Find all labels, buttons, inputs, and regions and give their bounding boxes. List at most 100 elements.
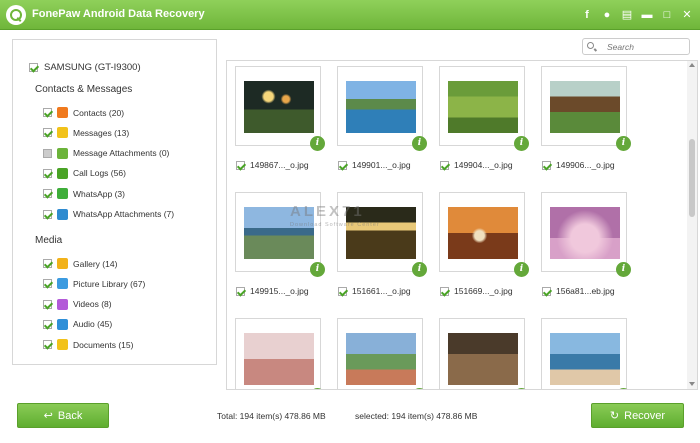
- photo-image: [550, 207, 620, 259]
- category-item[interactable]: Message Attachments (0): [43, 147, 169, 159]
- info-icon[interactable]: i: [412, 262, 427, 277]
- category-item[interactable]: WhatsApp Attachments (7): [43, 208, 174, 220]
- info-icon[interactable]: i: [514, 388, 529, 389]
- category-checkbox[interactable]: [43, 319, 52, 329]
- title-bar: FonePaw Android Data Recovery f ● ▤ ▬ □ …: [0, 0, 700, 30]
- info-icon[interactable]: i: [310, 262, 325, 277]
- photo-filename: 149867..._o.jpg: [250, 160, 309, 170]
- photo-thumbnail[interactable]: i: [541, 192, 631, 277]
- info-icon[interactable]: i: [310, 136, 325, 151]
- category-item[interactable]: Documents (15): [43, 339, 133, 351]
- photo-caption[interactable]: 151669..._o.jpg: [440, 286, 513, 296]
- minimize-icon[interactable]: ▬: [640, 8, 654, 22]
- info-icon[interactable]: i: [412, 136, 427, 151]
- photo-thumbnail[interactable]: i: [235, 66, 325, 151]
- photo-caption[interactable]: 149915..._o.jpg: [236, 286, 309, 296]
- info-icon[interactable]: i: [412, 388, 427, 389]
- recover-button[interactable]: ↻ Recover: [591, 403, 684, 428]
- whatsapp-icon: [57, 188, 68, 200]
- category-checkbox[interactable]: [43, 209, 52, 219]
- photo-thumbnail[interactable]: i: [439, 66, 529, 151]
- photo-image: [448, 333, 518, 385]
- category-item[interactable]: Messages (13): [43, 127, 129, 139]
- photo-caption[interactable]: 149904..._o.jpg: [440, 160, 513, 170]
- info-icon[interactable]: i: [616, 262, 631, 277]
- photo-thumbnail[interactable]: i: [439, 192, 529, 277]
- category-checkbox[interactable]: [43, 299, 52, 309]
- device-row[interactable]: SAMSUNG (GT-I9300): [29, 62, 141, 73]
- app-logo-icon: [6, 5, 26, 25]
- device-checkbox[interactable]: [29, 63, 38, 72]
- category-item[interactable]: Call Logs (56): [43, 167, 126, 179]
- whatsapp-attachments-icon: [57, 208, 68, 220]
- info-icon[interactable]: i: [616, 388, 631, 389]
- scroll-thumb[interactable]: [689, 139, 695, 217]
- category-label: Audio (45): [73, 319, 113, 330]
- category-item[interactable]: WhatsApp (3): [43, 188, 125, 200]
- category-item[interactable]: Videos (8): [43, 298, 112, 310]
- photo-caption[interactable]: 156a81...eb.jpg: [542, 286, 615, 296]
- category-checkbox[interactable]: [43, 189, 52, 199]
- scroll-up-arrow-icon[interactable]: [689, 63, 695, 67]
- photo-checkbox[interactable]: [338, 286, 347, 296]
- photo-checkbox[interactable]: [440, 286, 449, 296]
- photo-checkbox[interactable]: [440, 160, 449, 170]
- info-icon[interactable]: i: [616, 136, 631, 151]
- category-checkbox[interactable]: [43, 340, 52, 350]
- photo-image: [244, 333, 314, 385]
- feedback-icon[interactable]: ▤: [620, 8, 634, 22]
- photo-checkbox[interactable]: [542, 160, 551, 170]
- search-input[interactable]: [607, 41, 687, 53]
- category-checkbox[interactable]: [43, 108, 52, 117]
- photo-filename: 149915..._o.jpg: [250, 286, 309, 296]
- photo-caption[interactable]: 151661..._o.jpg: [338, 286, 411, 296]
- grid-scrollbar[interactable]: [687, 61, 697, 389]
- recover-label: Recover: [624, 409, 666, 422]
- photo-caption[interactable]: 149906..._o.jpg: [542, 160, 615, 170]
- photo-thumbnail[interactable]: i: [235, 318, 325, 389]
- photo-image: [244, 81, 314, 133]
- photo-checkbox[interactable]: [236, 286, 245, 296]
- photo-thumbnail[interactable]: i: [541, 318, 631, 389]
- category-item[interactable]: Picture Library (67): [43, 278, 145, 290]
- back-arrow-icon: ↩: [43, 410, 53, 422]
- scroll-down-arrow-icon[interactable]: [689, 382, 695, 386]
- back-button[interactable]: ↩ Back: [17, 403, 109, 428]
- photo-thumbnail[interactable]: i: [337, 66, 427, 151]
- app-title: FonePaw Android Data Recovery: [32, 8, 205, 20]
- info-icon[interactable]: i: [310, 388, 325, 389]
- photo-image: [550, 81, 620, 133]
- facebook-icon[interactable]: f: [580, 8, 594, 22]
- category-label: Call Logs (56): [73, 168, 126, 179]
- photo-filename: 149901..._o.jpg: [352, 160, 411, 170]
- close-icon[interactable]: ✕: [680, 8, 694, 22]
- photo-caption[interactable]: 149867..._o.jpg: [236, 160, 309, 170]
- photo-caption[interactable]: 149901..._o.jpg: [338, 160, 411, 170]
- category-item[interactable]: Contacts (20): [43, 107, 124, 118]
- category-checkbox[interactable]: [43, 128, 52, 138]
- videos-icon: [57, 298, 68, 310]
- photo-thumbnail[interactable]: i: [439, 318, 529, 389]
- section-heading: Media: [35, 235, 63, 246]
- info-icon[interactable]: i: [514, 136, 529, 151]
- category-checkbox[interactable]: [43, 168, 52, 178]
- attachment-icon: [57, 147, 68, 159]
- info-icon[interactable]: i: [514, 262, 529, 277]
- photo-checkbox[interactable]: [542, 286, 551, 296]
- search-box[interactable]: [582, 38, 690, 55]
- photo-filename: 156a81...eb.jpg: [556, 286, 615, 296]
- maximize-icon[interactable]: □: [660, 8, 674, 22]
- chat-icon[interactable]: ●: [600, 8, 614, 22]
- photo-thumbnail[interactable]: i: [541, 66, 631, 151]
- photo-checkbox[interactable]: [338, 160, 347, 170]
- category-checkbox[interactable]: [43, 259, 52, 268]
- category-item[interactable]: Audio (45): [43, 318, 113, 330]
- category-item[interactable]: Gallery (14): [43, 258, 117, 269]
- titlebar-icons: f ● ▤ ▬ □ ✕: [580, 8, 694, 22]
- category-panel: SAMSUNG (GT-I9300) Contacts & Messages Co…: [12, 39, 217, 365]
- photo-checkbox[interactable]: [236, 160, 245, 170]
- category-checkbox[interactable]: [43, 148, 52, 158]
- photo-thumbnail[interactable]: i: [337, 318, 427, 389]
- photo-image: [550, 333, 620, 385]
- category-checkbox[interactable]: [43, 279, 52, 289]
